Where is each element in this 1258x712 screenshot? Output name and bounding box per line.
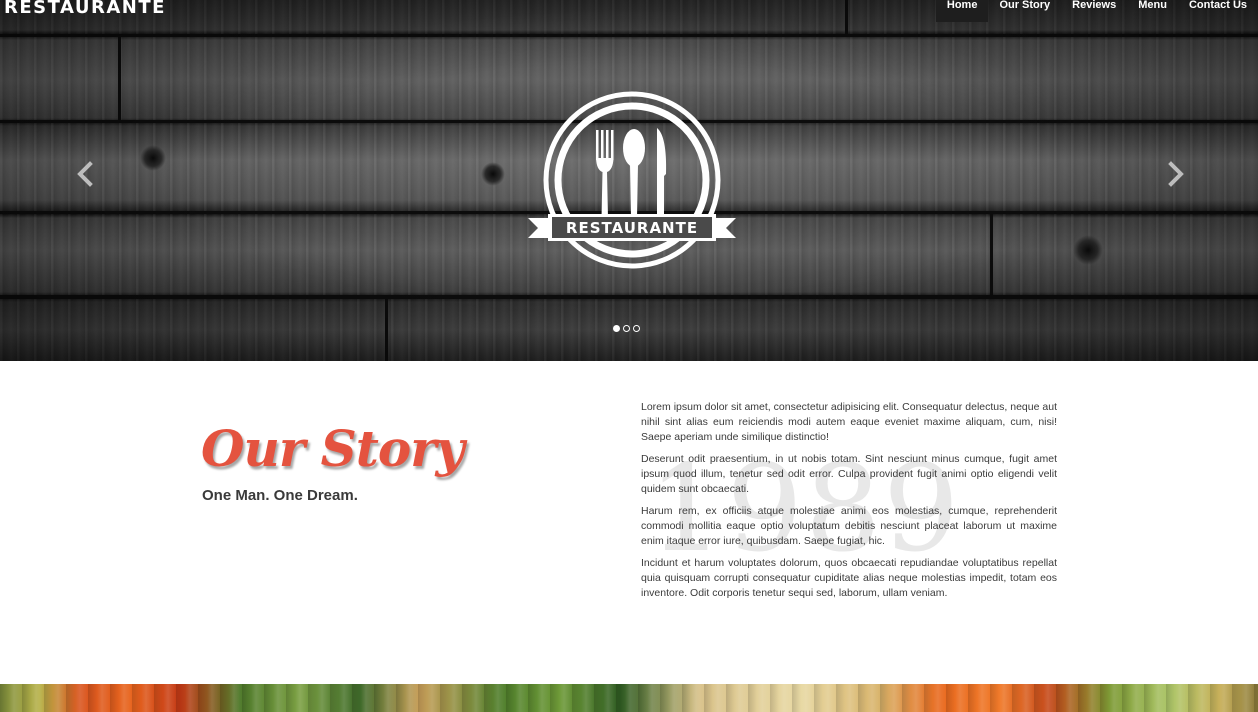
carousel-prev-button[interactable] bbox=[75, 161, 95, 187]
carousel-dot-1[interactable] bbox=[613, 325, 620, 332]
story-body: Lorem ipsum dolor sit amet, consectetur … bbox=[641, 400, 1057, 608]
vegetables-banner-image bbox=[0, 684, 1258, 712]
carousel-next-button[interactable] bbox=[1166, 161, 1186, 187]
story-title: Our Story bbox=[201, 419, 465, 478]
carousel-dot-2[interactable] bbox=[623, 325, 630, 332]
story-paragraph-2: Deserunt odit praesentium, in ut nobis t… bbox=[641, 453, 1057, 495]
fork-icon bbox=[596, 130, 614, 218]
nav-contact-us[interactable]: Contact Us bbox=[1178, 0, 1258, 22]
nav-our-story[interactable]: Our Story bbox=[988, 0, 1061, 22]
knife-icon bbox=[657, 128, 667, 218]
vegetables-texture bbox=[0, 684, 1258, 712]
restaurant-emblem-logo: RESTAURANTE bbox=[528, 91, 736, 269]
logo-banner-text: RESTAURANTE bbox=[566, 219, 698, 237]
main-nav: Home Our Story Reviews Menu Contact Us bbox=[935, 0, 1258, 22]
chevron-right-icon bbox=[1168, 161, 1184, 187]
story-paragraph-1: Lorem ipsum dolor sit amet, consectetur … bbox=[641, 401, 1057, 443]
hero-carousel: RESTAURANTE Home Our Story Reviews Menu … bbox=[0, 0, 1258, 361]
story-paragraph-3: Harum rem, ex officiis atque molestiae a… bbox=[641, 505, 1057, 547]
story-paragraph-4: Incidunt et harum voluptates dolorum, qu… bbox=[641, 557, 1057, 599]
spoon-icon bbox=[623, 129, 645, 218]
nav-reviews[interactable]: Reviews bbox=[1061, 0, 1127, 22]
nav-menu[interactable]: Menu bbox=[1127, 0, 1178, 22]
brand-logo-text[interactable]: RESTAURANTE bbox=[4, 0, 166, 18]
carousel-dot-3[interactable] bbox=[633, 325, 640, 332]
chevron-left-icon bbox=[77, 161, 93, 187]
top-navbar: RESTAURANTE Home Our Story Reviews Menu … bbox=[0, 0, 1258, 22]
carousel-indicators bbox=[613, 325, 640, 332]
nav-home[interactable]: Home bbox=[935, 0, 989, 22]
story-subtitle: One Man. One Dream. bbox=[202, 487, 358, 504]
